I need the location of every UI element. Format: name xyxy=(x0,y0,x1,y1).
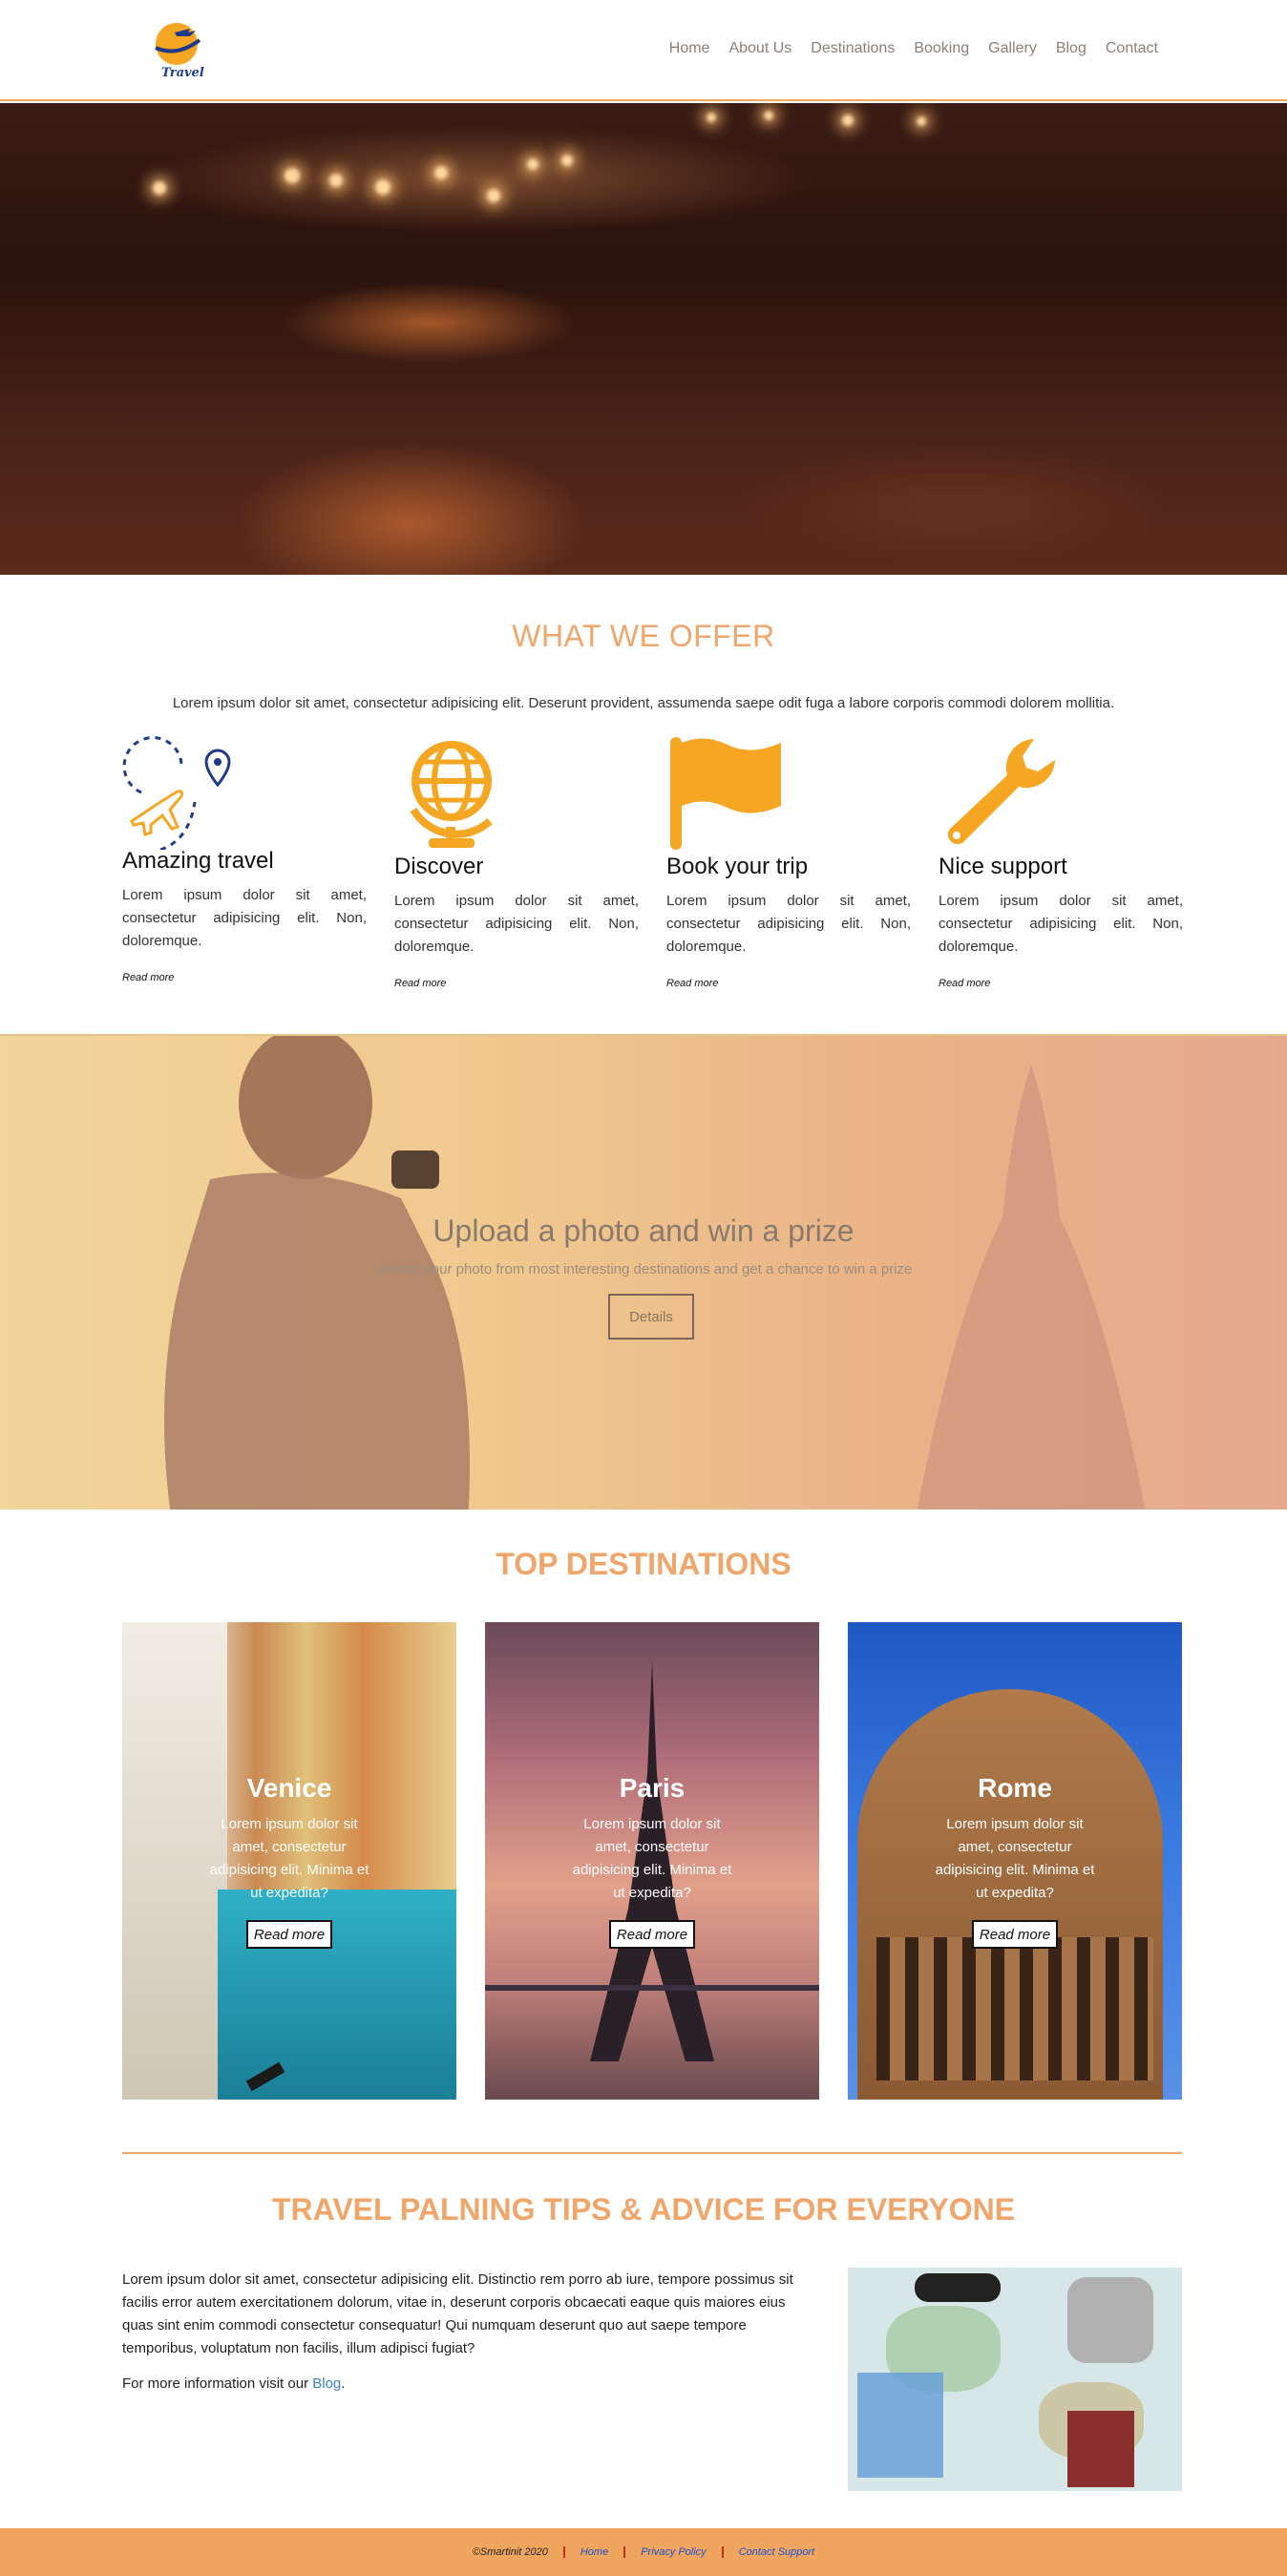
bokeh-light xyxy=(434,166,448,179)
feature-title: Nice support xyxy=(939,854,1067,879)
footer-home-link[interactable]: Home xyxy=(562,2546,623,2558)
read-more-link[interactable]: Read more xyxy=(666,978,718,989)
bokeh-light xyxy=(764,111,773,120)
bridge xyxy=(485,1985,819,2014)
wrench-icon xyxy=(948,739,1055,844)
details-button[interactable]: Details xyxy=(608,1294,694,1340)
copyright-text: ©Smartinit 2020 xyxy=(472,2546,548,2558)
offer-intro: Lorem ipsum dolor sit amet, consectetur … xyxy=(172,695,1115,711)
plane-route-icon xyxy=(122,736,231,850)
tips-more-prefix: For more information visit our xyxy=(122,2375,313,2392)
bokeh-light xyxy=(375,179,390,195)
feature-text: Lorem ipsum dolor sit amet, consectetur … xyxy=(394,893,639,955)
site-footer: ©Smartinit 2020 Home Privacy Policy Cont… xyxy=(0,2528,1287,2576)
tips-title: TRAVEL PALNING TIPS & ADVICE FOR EVERYON… xyxy=(271,2192,1016,2227)
destination-name: Rome xyxy=(978,1773,1052,1803)
tips-more-info: For more information visit our Blog. xyxy=(122,2375,819,2392)
read-more-link[interactable]: Read more xyxy=(122,972,174,983)
bokeh-light xyxy=(561,155,573,166)
feature-book-your-trip: Book your trip Lorem ipsum dolor sit ame… xyxy=(666,733,911,1001)
travel-map-image xyxy=(848,2268,1182,2491)
read-more-link[interactable]: Read more xyxy=(394,978,446,989)
bokeh-light xyxy=(917,116,926,126)
bokeh-light xyxy=(329,174,343,187)
destination-card-paris: Paris Lorem ipsum dolor sit amet, consec… xyxy=(485,1622,819,2100)
colosseum-arches xyxy=(876,1937,1153,2080)
feature-title: Book your trip xyxy=(666,854,809,879)
bokeh-light xyxy=(153,181,166,195)
nav-blog[interactable]: Blog xyxy=(1056,40,1087,57)
nav-contact[interactable]: Contact xyxy=(1106,40,1158,57)
nav-gallery[interactable]: Gallery xyxy=(988,40,1037,57)
read-more-button[interactable]: Read more xyxy=(609,1920,695,1949)
feature-text: Lorem ipsum dolor sit amet, consectetur … xyxy=(666,893,911,955)
bokeh-light xyxy=(707,113,716,122)
flag-icon xyxy=(670,737,781,850)
bokeh-light xyxy=(527,158,538,170)
nav-booking[interactable]: Booking xyxy=(914,40,969,57)
feature-title: Amazing travel xyxy=(122,848,274,874)
read-more-button[interactable]: Read more xyxy=(246,1920,332,1949)
main-nav: Home About Us Destinations Booking Galle… xyxy=(669,40,1158,57)
travel-logo[interactable]: Travel xyxy=(148,19,205,82)
svg-text:Travel: Travel xyxy=(161,66,204,80)
bokeh-light xyxy=(487,189,500,202)
upload-photo-banner: Upload a photo and win a prize Upload yo… xyxy=(0,1034,1287,1510)
destinations-title: TOP DESTINATIONS xyxy=(496,1547,791,1581)
destination-card-venice: Venice Lorem ipsum dolor sit amet, conse… xyxy=(122,1622,456,2100)
feature-title: Discover xyxy=(394,854,484,879)
offer-title: WHAT WE OFFER xyxy=(512,619,775,653)
feature-amazing-travel: Amazing travel Lorem ipsum dolor sit ame… xyxy=(122,735,367,993)
read-more-button[interactable]: Read more xyxy=(972,1920,1058,1949)
upload-title: Upload a photo and win a prize xyxy=(433,1214,854,1248)
bokeh-light xyxy=(285,168,300,183)
upload-subtitle: Upload your photo from most interesting … xyxy=(374,1261,913,1277)
tips-more-suffix: . xyxy=(341,2375,346,2392)
read-more-link[interactable]: Read more xyxy=(939,978,990,989)
temple-silhouette xyxy=(917,1065,1146,1510)
destination-card-rome: Rome Lorem ipsum dolor sit amet, consect… xyxy=(848,1622,1182,2100)
tips-text: Lorem ipsum dolor sit amet, consectetur … xyxy=(122,2271,793,2356)
destination-name: Venice xyxy=(246,1773,332,1803)
nav-destinations[interactable]: Destinations xyxy=(811,40,895,57)
footer-privacy-link[interactable]: Privacy Policy xyxy=(623,2546,721,2558)
destination-name: Paris xyxy=(619,1773,686,1803)
blog-link[interactable]: Blog xyxy=(312,2375,341,2392)
feature-nice-support: Nice support Lorem ipsum dolor sit amet,… xyxy=(939,733,1183,1001)
destination-text: Lorem ipsum dolor sit amet, consectetur … xyxy=(209,1816,369,1901)
feature-text: Lorem ipsum dolor sit amet, consectetur … xyxy=(939,893,1183,955)
feature-discover: Discover Lorem ipsum dolor sit amet, con… xyxy=(394,733,639,1001)
globe-icon xyxy=(410,741,493,848)
section-divider xyxy=(122,2152,1182,2154)
ticket xyxy=(857,2373,943,2478)
nav-about-us[interactable]: About Us xyxy=(728,40,791,57)
destination-text: Lorem ipsum dolor sit amet, consectetur … xyxy=(935,1816,1095,1901)
passport xyxy=(1067,2411,1134,2487)
footer-support-link[interactable]: Contact Support xyxy=(721,2546,831,2558)
destination-text: Lorem ipsum dolor sit amet, consectetur … xyxy=(572,1816,732,1901)
phone-earphones xyxy=(1067,2277,1153,2363)
hero-video-banner xyxy=(0,103,1287,575)
feature-text: Lorem ipsum dolor sit amet, consectetur … xyxy=(122,887,367,949)
sunglasses xyxy=(915,2273,1001,2302)
site-header: Travel Home About Us Destinations Bookin… xyxy=(0,0,1287,101)
bokeh-light xyxy=(842,115,854,126)
nav-home[interactable]: Home xyxy=(669,40,710,57)
